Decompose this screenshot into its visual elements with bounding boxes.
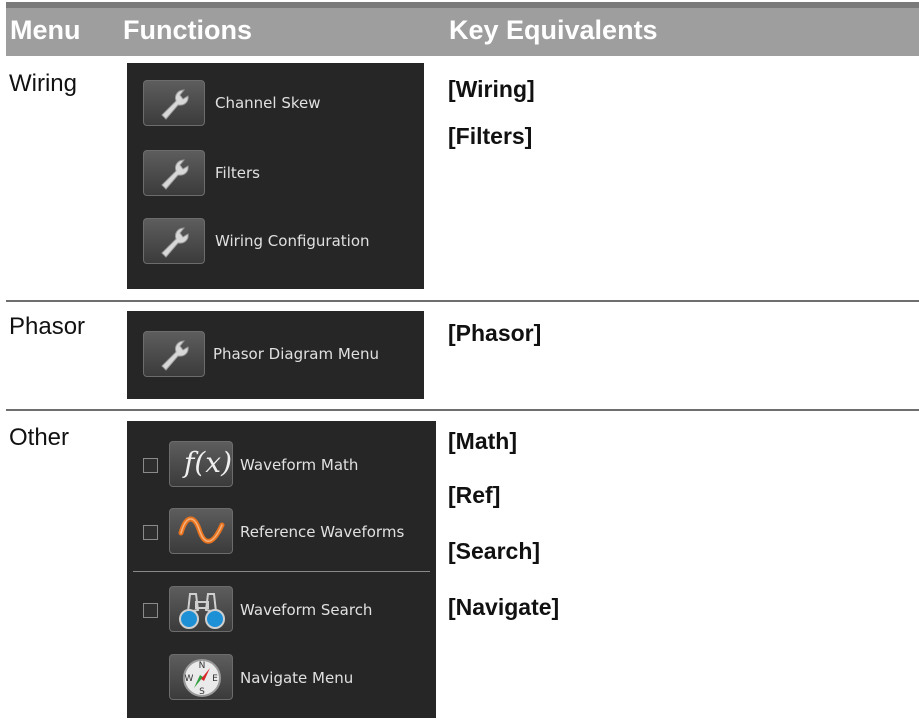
menu-item-navigate[interactable]: N E S W Navigate Menu: [127, 654, 436, 704]
menu-item-reference-waveforms[interactable]: Reference Waveforms: [127, 508, 436, 558]
menu-separator: [133, 571, 430, 572]
row-divider: [6, 409, 919, 411]
waveform-math-checkbox[interactable]: [143, 458, 158, 473]
compass-letter-s: S: [199, 687, 205, 697]
menu-item-phasor-diagram[interactable]: Phasor Diagram Menu: [127, 331, 424, 381]
compass-letter-e: E: [212, 674, 218, 684]
other-menu-panel: f(x) Waveform Math Reference Waveforms W…: [127, 421, 436, 718]
function-fx-icon[interactable]: f(x): [169, 441, 233, 487]
wrench-icon[interactable]: [143, 331, 205, 377]
menu-item-label: Wiring Configuration: [215, 232, 370, 250]
key-ref: [Ref]: [448, 482, 501, 508]
wrench-icon[interactable]: [143, 218, 205, 264]
row-divider: [6, 300, 919, 302]
wiring-menu-panel: Channel Skew Filters Wiring Configuratio…: [127, 63, 424, 289]
key-filters: [Filters]: [448, 123, 533, 149]
key-wiring: [Wiring]: [448, 76, 535, 102]
menu-item-label: Filters: [215, 164, 260, 182]
menu-item-waveform-search[interactable]: Waveform Search: [127, 586, 436, 636]
key-phasor: [Phasor]: [448, 320, 542, 346]
row-label-phasor: Phasor: [9, 313, 86, 340]
sine-wave-icon[interactable]: [169, 508, 233, 554]
key-math: [Math]: [448, 428, 517, 454]
binoculars-icon[interactable]: [169, 586, 233, 632]
compass-letter-n: N: [199, 661, 206, 671]
compass-icon[interactable]: N E S W: [169, 654, 233, 700]
key-search: [Search]: [448, 538, 541, 564]
menu-item-label: Waveform Math: [240, 456, 359, 474]
waveform-search-checkbox[interactable]: [143, 603, 158, 618]
header-functions: Functions: [123, 15, 252, 45]
phasor-menu-panel: Phasor Diagram Menu: [127, 311, 424, 399]
key-navigate: [Navigate]: [448, 594, 560, 620]
reference-waveforms-checkbox[interactable]: [143, 525, 158, 540]
menu-item-filters[interactable]: Filters: [127, 150, 424, 200]
fx-glyph: f(x): [184, 446, 233, 479]
menu-item-label: Waveform Search: [240, 601, 373, 619]
menu-item-label: Phasor Diagram Menu: [213, 345, 380, 363]
menu-item-waveform-math[interactable]: f(x) Waveform Math: [127, 441, 436, 491]
menu-item-label: Navigate Menu: [240, 669, 354, 687]
table-header: Menu Functions Key Equivalents: [6, 8, 919, 56]
menu-item-label: Channel Skew: [215, 94, 321, 112]
row-label-wiring: Wiring: [9, 70, 78, 97]
menu-item-wiring-configuration[interactable]: Wiring Configuration: [127, 218, 424, 268]
compass-letter-w: W: [185, 674, 194, 684]
wrench-icon[interactable]: [143, 150, 205, 196]
header-menu: Menu: [10, 15, 81, 45]
menu-item-label: Reference Waveforms: [240, 523, 405, 541]
header-key-equivalents: Key Equivalents: [449, 15, 658, 45]
row-label-other: Other: [9, 424, 70, 451]
wrench-icon[interactable]: [143, 80, 205, 126]
menu-item-channel-skew[interactable]: Channel Skew: [127, 80, 424, 130]
